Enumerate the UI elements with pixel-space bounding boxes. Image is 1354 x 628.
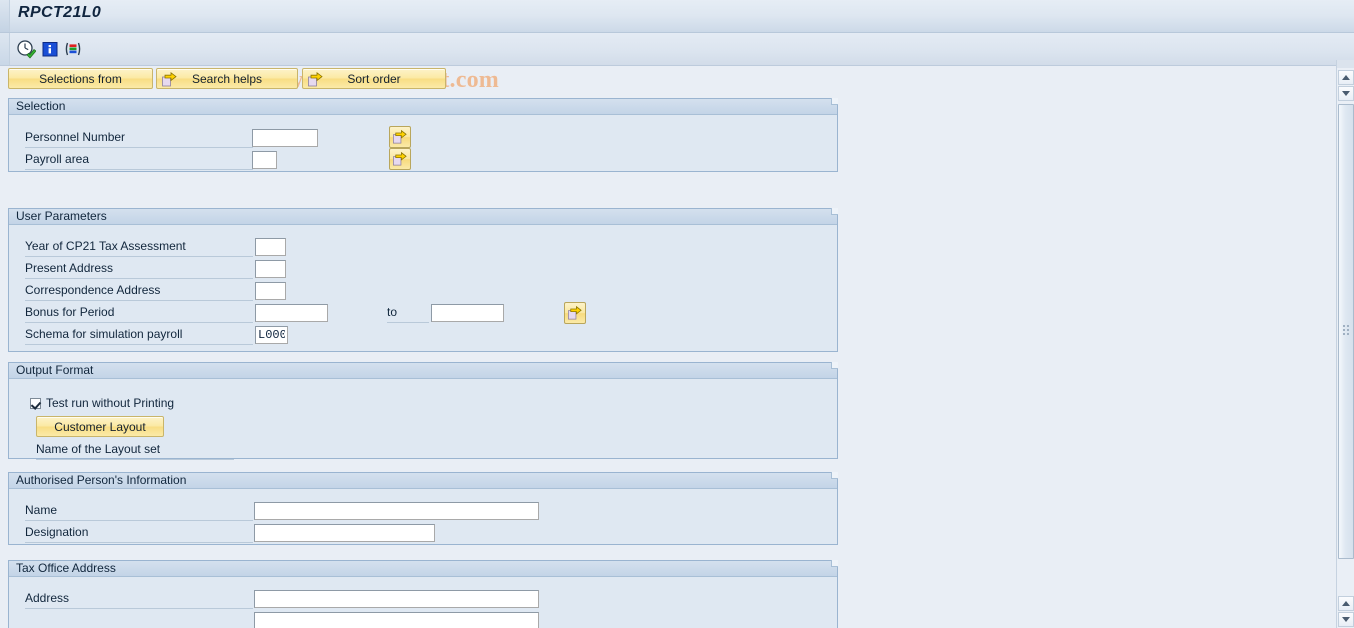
input-bonus-period-from[interactable] xyxy=(255,304,328,322)
customer-layout-label: Customer Layout xyxy=(54,419,146,434)
label-year-of-cp21-tax-assessment: Year of CP21 Tax Assessment xyxy=(25,237,253,257)
chevron-down-icon xyxy=(1342,91,1350,96)
input-authorised-designation[interactable] xyxy=(254,524,435,542)
information-icon[interactable] xyxy=(40,39,60,59)
multiple-selection-payroll-area-button[interactable] xyxy=(389,148,411,170)
scrollbar-thumb[interactable] xyxy=(1338,104,1354,559)
section-output-format: Output Format Test run without Printing … xyxy=(8,362,838,460)
test-run-checkbox-row[interactable]: Test run without Printing xyxy=(30,396,174,410)
chevron-up-icon xyxy=(1342,601,1350,606)
arrow-page-icon xyxy=(307,71,324,91)
search-helps-label: Search helps xyxy=(191,71,263,86)
color-legend-icon[interactable] xyxy=(63,39,83,59)
input-tax-office-address-line2[interactable] xyxy=(254,612,539,628)
input-present-address[interactable] xyxy=(255,260,286,278)
section-user-parameters: User Parameters Year of CP21 Tax Assessm… xyxy=(8,208,838,352)
section-selection: Selection Personnel Number Payroll area xyxy=(8,98,838,172)
label-bonus-period-to: to xyxy=(387,303,429,323)
arrow-page-icon xyxy=(568,305,582,320)
search-helps-button[interactable]: Search helps xyxy=(156,68,298,89)
input-authorised-name[interactable] xyxy=(254,502,539,520)
selections-from-button[interactable]: Selections from xyxy=(8,68,153,89)
scrollbar-corner xyxy=(1336,60,1354,68)
input-personnel-number[interactable] xyxy=(252,129,318,147)
title-bar: RPCT21L0 xyxy=(0,0,1354,33)
input-correspondence-address[interactable] xyxy=(255,282,286,300)
sort-order-label: Sort order xyxy=(347,71,401,86)
selections-from-label: Selections from xyxy=(39,71,122,86)
arrow-page-icon xyxy=(393,151,407,166)
title-bar-left-cap xyxy=(0,0,10,32)
input-bonus-period-to[interactable] xyxy=(431,304,504,322)
chevron-down-icon xyxy=(1342,617,1350,622)
scrollbar-grip-icon xyxy=(1343,325,1351,335)
label-personnel-number: Personnel Number xyxy=(25,128,253,148)
sort-order-button[interactable]: Sort order xyxy=(302,68,446,89)
section-authorised-person: Authorised Person's Information Name Des… xyxy=(8,472,838,545)
scroll-down-button[interactable] xyxy=(1338,612,1354,627)
label-name-of-the-layout-set: Name of the Layout set xyxy=(36,440,234,460)
icon-toolbar: © www.tutorialkart.com xyxy=(0,33,1354,93)
label-schema-for-simulation-payroll: Schema for simulation payroll xyxy=(25,325,253,345)
section-tax-office-address-header: Tax Office Address xyxy=(9,560,838,577)
label-present-address: Present Address xyxy=(25,259,253,279)
label-payroll-area: Payroll area xyxy=(25,150,253,170)
section-selection-header: Selection xyxy=(9,98,838,115)
execute-clock-icon[interactable] xyxy=(16,39,36,59)
section-user-parameters-header: User Parameters xyxy=(9,208,838,225)
page-title: RPCT21L0 xyxy=(18,4,102,21)
scroll-up-button-bottom[interactable] xyxy=(1338,596,1354,611)
icon-toolbar-left-cap xyxy=(0,33,10,65)
scroll-down-button-top[interactable] xyxy=(1338,86,1354,101)
multiple-selection-personnel-number-button[interactable] xyxy=(389,126,411,148)
input-schema-for-simulation-payroll[interactable] xyxy=(255,326,288,344)
multiple-selection-bonus-period-button[interactable] xyxy=(564,302,586,324)
label-tax-office-address: Address xyxy=(25,589,253,609)
chevron-up-icon xyxy=(1342,75,1350,80)
label-correspondence-address: Correspondence Address xyxy=(25,281,253,301)
section-output-format-header: Output Format xyxy=(9,362,838,379)
customer-layout-button[interactable]: Customer Layout xyxy=(36,416,164,437)
vertical-scrollbar[interactable] xyxy=(1336,68,1354,628)
test-run-checkbox[interactable] xyxy=(30,397,41,409)
label-bonus-for-period: Bonus for Period xyxy=(25,303,253,323)
scroll-up-button[interactable] xyxy=(1338,70,1354,85)
input-year-of-cp21-tax-assessment[interactable] xyxy=(255,238,286,256)
label-authorised-designation: Designation xyxy=(25,523,253,543)
test-run-checkbox-label: Test run without Printing xyxy=(46,396,175,410)
arrow-page-icon xyxy=(393,129,407,144)
function-button-row: Selections from Search helps Sort order xyxy=(0,68,1315,91)
input-tax-office-address-line1[interactable] xyxy=(254,590,539,608)
label-authorised-name: Name xyxy=(25,501,253,521)
arrow-page-icon xyxy=(161,71,178,91)
section-authorised-person-header: Authorised Person's Information xyxy=(9,472,838,489)
input-payroll-area[interactable] xyxy=(252,151,277,169)
sap-screen: RPCT21L0 Selections from Search helps So… xyxy=(0,0,1354,628)
selection-screen-canvas: Selection Personnel Number Payroll area xyxy=(0,92,1315,628)
section-tax-office-address: Tax Office Address Address xyxy=(8,560,838,628)
